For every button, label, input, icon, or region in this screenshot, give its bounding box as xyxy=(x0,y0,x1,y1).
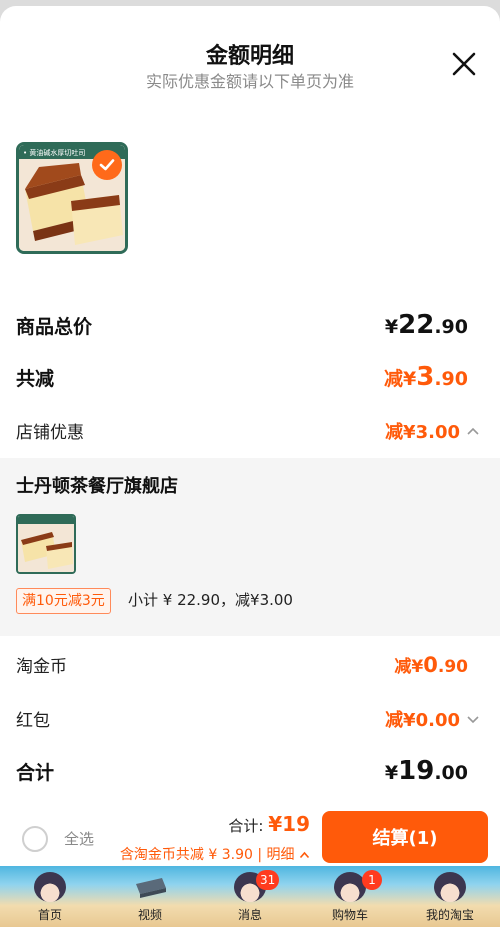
taojinbi-row: 淘金币 减¥0.90 xyxy=(16,652,468,677)
final-total-label: 合计 xyxy=(16,762,55,784)
profile-avatar-icon xyxy=(434,872,466,902)
total-reduction-row: 共减 减¥3.90 xyxy=(16,362,468,392)
total-reduction-value: 减¥3.90 xyxy=(384,362,468,392)
cart-badge: 1 xyxy=(362,870,382,890)
tab-messages-label: 消息 xyxy=(237,908,262,922)
messages-badge: 31 xyxy=(256,870,280,890)
checkout-bar: 全选 合计: ¥19 含淘金币共减 ¥ 3.90 | 明细 结算(1) xyxy=(0,806,500,872)
bottom-tab-bar: 首页 视频 31 消息 1 购物车 我的淘宝 xyxy=(0,866,500,927)
store-discount-label: 店铺优惠 xyxy=(16,423,84,443)
amount-detail-sheet: 金额明细 实际优惠金额请以下单页为准 • 黄油碱水厚切吐司 商品总价 ¥22.9… xyxy=(0,6,500,927)
total-price-label: 商品总价 xyxy=(16,316,93,338)
store-discount-value: 减¥3.00 xyxy=(385,422,460,443)
tab-cart[interactable]: 1 购物车 xyxy=(300,866,400,927)
shop-product-thumbnail[interactable] xyxy=(16,514,76,574)
tab-video[interactable]: 视频 xyxy=(100,866,200,927)
shop-name: 士丹顿茶餐厅旗舰店 xyxy=(16,476,178,497)
total-price-row: 商品总价 ¥22.90 xyxy=(16,310,468,340)
cart-avatar-icon xyxy=(334,872,366,902)
total-reduction-label: 共减 xyxy=(16,368,55,390)
checkout-button[interactable]: 结算(1) xyxy=(322,811,488,863)
close-icon[interactable] xyxy=(450,50,478,78)
tab-messages[interactable]: 31 消息 xyxy=(200,866,300,927)
video-icon xyxy=(136,878,166,898)
store-discount-row[interactable]: 店铺优惠 减¥3.00 xyxy=(16,418,480,444)
taojinbi-label: 淘金币 xyxy=(16,657,67,677)
chevron-up-icon xyxy=(299,851,310,859)
sheet-subtitle: 实际优惠金额请以下单页为准 xyxy=(145,72,354,91)
promo-tag: 满10元减3元 xyxy=(16,588,111,614)
final-total-row: 合计 ¥19.00 xyxy=(16,756,468,786)
selected-check-icon[interactable] xyxy=(92,150,122,180)
bar-total: 合计: ¥19 xyxy=(228,812,310,836)
hongbao-row[interactable]: 红包 减¥0.00 xyxy=(16,706,480,732)
discount-detail-toggle[interactable]: 含淘金币共减 ¥ 3.90 | 明细 xyxy=(120,844,310,864)
tab-home-label: 首页 xyxy=(37,908,62,922)
total-price-value: ¥22.90 xyxy=(384,310,468,340)
sheet-title: 金额明细 xyxy=(205,44,294,69)
hongbao-label: 红包 xyxy=(16,711,50,731)
chevron-down-icon[interactable] xyxy=(466,714,480,724)
taojinbi-value: 减¥0.90 xyxy=(394,653,468,677)
product-caption: • 黄油碱水厚切吐司 xyxy=(23,148,85,157)
select-all-label[interactable]: 全选 xyxy=(64,828,94,849)
tab-home[interactable]: 首页 xyxy=(0,866,100,927)
store-discount-detail: 士丹顿茶餐厅旗舰店 满10元减3元 小计 ¥ 22.90，减¥3.00 xyxy=(0,458,500,636)
hongbao-value: 减¥0.00 xyxy=(385,710,460,731)
tab-my-taobao-label: 我的淘宝 xyxy=(425,908,474,922)
tab-cart-label: 购物车 xyxy=(331,908,368,922)
select-all-radio[interactable] xyxy=(22,826,48,852)
final-total-value: ¥19.00 xyxy=(384,756,468,786)
shop-subtotal: 小计 ¥ 22.90，减¥3.00 xyxy=(128,591,293,609)
tab-video-label: 视频 xyxy=(137,908,162,922)
tab-my-taobao[interactable]: 我的淘宝 xyxy=(400,866,500,927)
chevron-up-icon[interactable] xyxy=(466,426,480,436)
home-avatar-icon xyxy=(34,872,66,902)
